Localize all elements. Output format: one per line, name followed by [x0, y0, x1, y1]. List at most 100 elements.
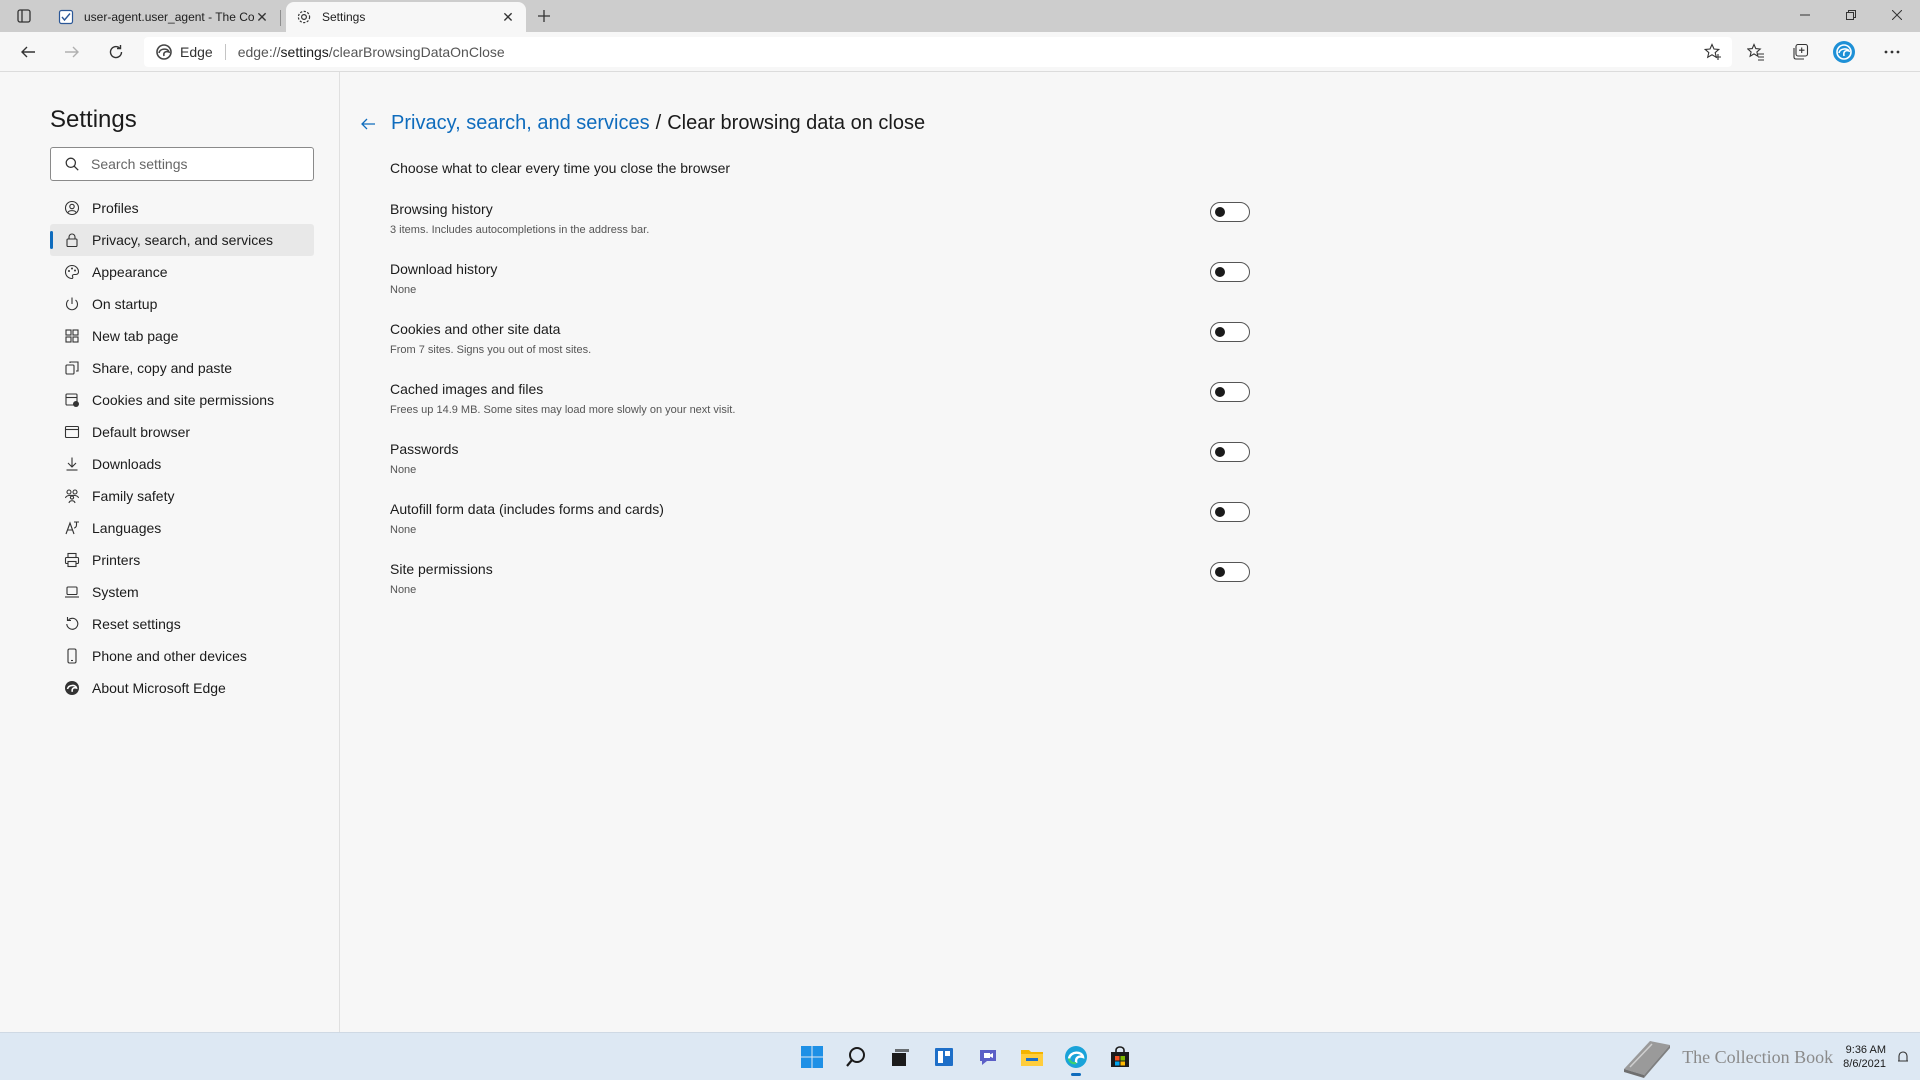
url-path: /clearBrowsingDataOnClose: [328, 44, 505, 60]
tab-settings[interactable]: Settings ✕: [286, 2, 526, 32]
sidebar-item-phone-devices[interactable]: Phone and other devices: [50, 640, 314, 672]
collections-button[interactable]: [1786, 38, 1814, 66]
profile-button[interactable]: [1830, 38, 1858, 66]
browsing-history-toggle[interactable]: [1210, 202, 1250, 222]
setting-row-cached-images: Cached images and files Frees up 14.9 MB…: [390, 379, 1250, 439]
download-history-toggle[interactable]: [1210, 262, 1250, 282]
clear-data-options-list: Browsing history 3 items. Includes autoc…: [390, 199, 1250, 619]
sidebar-item-label: Appearance: [92, 264, 168, 280]
back-to-privacy-button[interactable]: [357, 113, 379, 135]
window-controls: [1782, 0, 1920, 30]
task-view-button[interactable]: [878, 1041, 922, 1073]
refresh-button[interactable]: [102, 38, 130, 66]
sidebar-nav-list: Profiles Privacy, search, and services A…: [50, 192, 314, 704]
edge-icon: [64, 680, 80, 696]
store-button[interactable]: [1098, 1041, 1142, 1073]
address-bar[interactable]: Edge edge://settings/clearBrowsingDataOn…: [144, 37, 1732, 67]
tab-actions-button[interactable]: [10, 5, 38, 27]
add-favorite-icon[interactable]: [1704, 43, 1722, 61]
sidebar-item-default-browser[interactable]: Default browser: [50, 416, 314, 448]
sidebar-item-printers[interactable]: Printers: [50, 544, 314, 576]
browser-icon: [64, 424, 80, 440]
url-prefix: edge://: [237, 44, 281, 60]
sidebar-item-system[interactable]: System: [50, 576, 314, 608]
file-explorer-button[interactable]: [1010, 1041, 1054, 1073]
favorites-button[interactable]: [1742, 38, 1770, 66]
restore-button[interactable]: [1828, 0, 1874, 30]
sidebar-item-label: Reset settings: [92, 616, 181, 632]
notification-icon[interactable]: [1896, 1050, 1910, 1064]
sidebar-item-reset-settings[interactable]: Reset settings: [50, 608, 314, 640]
sidebar-item-family-safety[interactable]: Family safety: [50, 480, 314, 512]
setting-row-site-permissions: Site permissions None: [390, 559, 1250, 619]
sidebar-item-profiles[interactable]: Profiles: [50, 192, 314, 224]
passwords-toggle[interactable]: [1210, 442, 1250, 462]
breadcrumb-separator: /: [655, 112, 662, 134]
close-icon[interactable]: ✕: [254, 9, 270, 25]
back-button[interactable]: [14, 38, 42, 66]
restore-icon: [1846, 10, 1856, 20]
tab-user-agent[interactable]: user-agent.user_agent - The Coll ✕: [48, 2, 281, 32]
autofill-toggle[interactable]: [1210, 502, 1250, 522]
minimize-icon: [1800, 14, 1810, 16]
setting-title: Autofill form data (includes forms and c…: [390, 501, 664, 517]
sidebar-item-about-edge[interactable]: About Microsoft Edge: [50, 672, 314, 704]
sidebar-item-label: Printers: [92, 552, 141, 568]
sidebar-item-label: About Microsoft Edge: [92, 680, 226, 696]
url-text[interactable]: edge://settings/clearBrowsingDataOnClose: [238, 44, 505, 60]
favorites-icon: [1747, 43, 1764, 61]
sidebar-item-cookies[interactable]: Cookies and site permissions: [50, 384, 314, 416]
clock[interactable]: 9:36 AM 8/6/2021: [1843, 1043, 1886, 1071]
taskbar-search-button[interactable]: [834, 1041, 878, 1073]
book-icon: [1624, 1041, 1671, 1078]
sidebar-item-label: Languages: [92, 520, 162, 536]
setting-title: Browsing history: [390, 201, 493, 217]
chat-button[interactable]: [966, 1041, 1010, 1073]
setting-subtitle: Frees up 14.9 MB. Some sites may load mo…: [390, 404, 736, 416]
sidebar-item-label: New tab page: [92, 328, 179, 344]
toggle-knob: [1215, 447, 1225, 457]
widgets-button[interactable]: [922, 1041, 966, 1073]
taskbar-apps: [790, 1041, 1142, 1076]
breadcrumb-parent-link[interactable]: Privacy, search, and services: [391, 112, 650, 135]
sidebar-item-on-startup[interactable]: On startup: [50, 288, 314, 320]
arrow-right-icon: [65, 46, 79, 58]
page-description: Choose what to clear every time you clos…: [390, 160, 731, 176]
setting-title: Download history: [390, 261, 498, 277]
sidebar-item-share-copy-paste[interactable]: Share, copy and paste: [50, 352, 314, 384]
search-icon: [846, 1047, 865, 1067]
watermark-text: The Collection Book: [1682, 1046, 1834, 1067]
site-permissions-toggle[interactable]: [1210, 562, 1250, 582]
tab-title: Settings: [322, 10, 366, 24]
edge-taskbar-button[interactable]: [1054, 1041, 1098, 1076]
search-input[interactable]: [91, 156, 291, 172]
toggle-knob: [1215, 207, 1225, 217]
forward-button[interactable]: [58, 38, 86, 66]
close-window-button[interactable]: [1874, 0, 1920, 30]
cached-images-toggle[interactable]: [1210, 382, 1250, 402]
toggle-knob: [1215, 567, 1225, 577]
person-icon: [64, 200, 80, 216]
sidebar-item-label: Family safety: [92, 488, 175, 504]
setting-subtitle: 3 items. Includes autocompletions in the…: [390, 224, 650, 236]
sidebar-item-privacy[interactable]: Privacy, search, and services: [50, 224, 314, 256]
sidebar-item-label: System: [92, 584, 139, 600]
settings-and-more-button[interactable]: [1878, 38, 1906, 66]
search-settings-box[interactable]: [50, 147, 314, 181]
sidebar-item-languages[interactable]: Languages: [50, 512, 314, 544]
close-icon[interactable]: ✕: [500, 9, 516, 25]
system-tray: The Collection Book 9:36 AM 8/6/2021: [1620, 1033, 1910, 1080]
store-icon: [1111, 1046, 1129, 1067]
minimize-button[interactable]: [1782, 0, 1828, 30]
plus-icon: [538, 10, 550, 22]
family-icon: [64, 488, 80, 504]
tab-strip: user-agent.user_agent - The Coll ✕ Setti…: [0, 0, 1920, 32]
site-identity[interactable]: Edge: [156, 44, 213, 60]
sidebar-item-downloads[interactable]: Downloads: [50, 448, 314, 480]
sidebar-item-appearance[interactable]: Appearance: [50, 256, 314, 288]
cookies-toggle[interactable]: [1210, 322, 1250, 342]
start-button[interactable]: [790, 1041, 834, 1073]
new-tab-button[interactable]: [532, 5, 556, 27]
close-icon: [1892, 10, 1902, 20]
sidebar-item-new-tab-page[interactable]: New tab page: [50, 320, 314, 352]
